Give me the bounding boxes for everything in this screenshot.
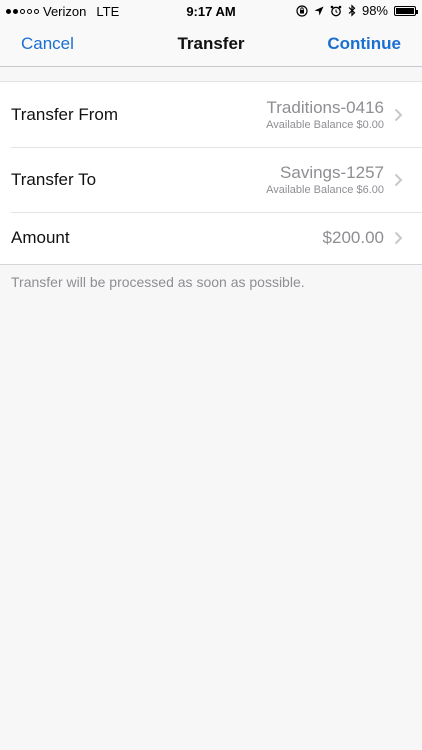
bluetooth-icon: [348, 4, 356, 17]
chevron-right-icon: [394, 173, 422, 187]
transfer-to-label: Transfer To: [11, 169, 97, 189]
transfer-form: Transfer From Traditions-0416 Available …: [0, 81, 422, 265]
transfer-to-balance: Available Balance $6.00: [266, 184, 384, 196]
continue-button[interactable]: Continue: [327, 34, 401, 54]
battery-icon: [394, 5, 418, 16]
location-icon: [314, 6, 324, 15]
transfer-from-row[interactable]: Transfer From Traditions-0416 Available …: [0, 82, 422, 147]
status-right: 98%: [296, 3, 418, 18]
alarm-icon: [330, 5, 342, 16]
orientation-lock-icon: [296, 4, 308, 17]
chevron-right-icon: [394, 231, 422, 245]
transfer-to-value-group: Savings-1257 Available Balance $6.00: [266, 163, 384, 196]
amount-row[interactable]: Amount $200.00: [0, 212, 422, 264]
amount-label: Amount: [11, 228, 70, 247]
amount-value: $200.00: [322, 228, 384, 247]
chevron-right-icon: [394, 108, 422, 122]
battery-level: [396, 7, 414, 14]
processing-note: Transfer will be processed as soon as po…: [11, 274, 305, 290]
transfer-from-value-group: Traditions-0416 Available Balance $0.00: [266, 98, 384, 131]
transfer-to-account: Savings-1257: [280, 163, 384, 182]
transfer-from-balance: Available Balance $0.00: [266, 119, 384, 131]
amount-value-group: $200.00: [323, 228, 384, 248]
transfer-from-account: Traditions-0416: [266, 98, 385, 117]
transfer-to-row[interactable]: Transfer To Savings-1257 Available Balan…: [0, 147, 422, 212]
transfer-from-label: Transfer From: [11, 104, 119, 124]
status-bar: Verizon LTE 9:17 AM 98%: [0, 0, 422, 22]
battery-percent: 98%: [361, 3, 388, 18]
navigation-bar: Cancel Transfer Continue: [0, 22, 422, 67]
